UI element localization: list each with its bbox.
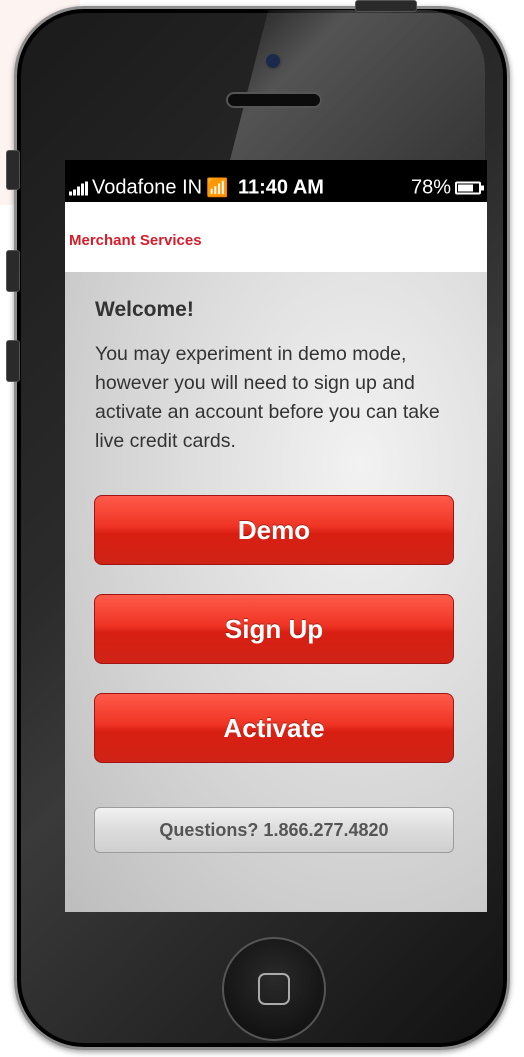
battery-group: 78%	[410, 176, 484, 200]
questions-phone-button[interactable]: Questions? 1.866.277.4820	[94, 807, 454, 853]
app-title: Merchant Services	[69, 232, 202, 249]
sign-up-button[interactable]: Sign Up	[94, 594, 454, 664]
carrier-name: Vodafone IN	[92, 176, 203, 199]
volume-up-button	[6, 250, 20, 292]
home-square-icon	[258, 973, 290, 1005]
signal-icon	[69, 181, 88, 195]
demo-button[interactable]: Demo	[94, 495, 454, 565]
main-content: Welcome! You may experiment in demo mode…	[65, 272, 487, 912]
wifi-icon: 📶	[206, 177, 229, 198]
app-header: Merchant Services	[65, 202, 487, 272]
carrier-group: Vodafone IN 📶	[69, 177, 229, 200]
volume-down-button	[6, 340, 20, 382]
welcome-heading: Welcome!	[95, 298, 194, 321]
intro-message: You may experiment in demo mode, however…	[95, 343, 440, 452]
home-button[interactable]	[222, 937, 326, 1041]
status-time: 11:40 AM	[238, 176, 324, 199]
earpiece-speaker	[226, 92, 322, 108]
front-camera	[264, 52, 282, 70]
activate-button[interactable]: Activate	[94, 693, 454, 763]
battery-percent: 78%	[410, 176, 451, 199]
battery-icon	[455, 181, 484, 195]
status-bar: Vodafone IN 📶 11:40 AM 78%	[65, 160, 487, 202]
phone-screen: Vodafone IN 📶 11:40 AM 78% Merchant Serv…	[65, 160, 487, 912]
power-button	[355, 0, 417, 12]
mute-switch	[6, 150, 20, 190]
